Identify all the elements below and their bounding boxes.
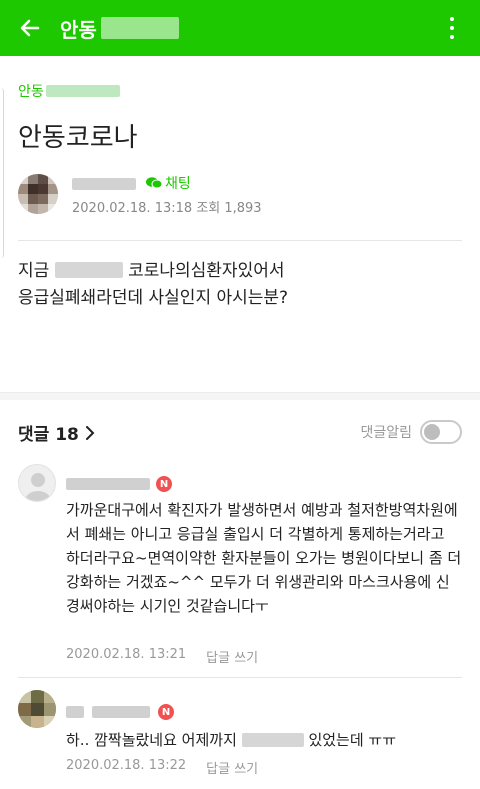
post-body-line-1: 지금 코로나의심환자있어서: [18, 258, 462, 285]
post-title: 안동코로나: [18, 123, 138, 153]
post-meta: 2020.02.18. 13:18 조회 1,893: [72, 197, 262, 216]
redacted-title: [100, 17, 179, 39]
more-vertical-icon-dot: [450, 26, 454, 30]
header-divider: [18, 240, 462, 241]
comments-header: 댓글 18 댓글알림: [18, 420, 462, 446]
author-avatar-image: [18, 174, 58, 214]
comment-notify: 댓글알림: [360, 420, 462, 444]
post-body-line-2: 응급실폐쇄라던데 사실인지 아시는분?: [18, 288, 289, 308]
comment-text: 하.. 깜짝놀랐네요 어제까지 있었는데 ㅠㅠ: [66, 728, 462, 752]
post-body-text-1b: 코로나의심환자있어서: [128, 261, 285, 281]
comment-text-b: 있었는데 ㅠㅠ: [308, 731, 397, 749]
comment-count: 댓글 18: [18, 425, 79, 445]
post-body-text-1a: 지금: [18, 261, 50, 281]
side-drawer-edge[interactable]: [0, 88, 4, 258]
section-separator: [0, 392, 480, 400]
comment-text-a: 하.. 깜짝놀랐네요 어제까지: [66, 731, 237, 749]
app-bar-title-text: 안동: [60, 17, 97, 42]
reply-button[interactable]: 답글 쓰기: [206, 758, 258, 777]
post-body: 지금 코로나의심환자있어서 응급실폐쇄라던데 사실인지 아시는분?: [18, 258, 462, 312]
redacted-board-name: [45, 85, 120, 97]
app-bar: 안동: [0, 0, 480, 56]
cafe-board-link[interactable]: 안동: [18, 81, 120, 101]
comment-notify-toggle[interactable]: [420, 420, 462, 444]
post-date: 2020.02.18. 13:18: [72, 201, 193, 216]
comment-meta: 2020.02.18. 13:22 답글 쓰기: [66, 758, 258, 777]
chat-button[interactable]: 채팅: [146, 173, 191, 193]
chevron-right-icon: [85, 425, 95, 440]
cafe-board-name: 안동: [18, 84, 44, 100]
redacted-author-name: [72, 178, 136, 190]
redacted-place: [241, 733, 304, 747]
comment-date: 2020.02.18. 13:22: [66, 758, 187, 773]
app-bar-title: 안동: [60, 14, 179, 43]
commenter-avatar-image: [18, 690, 56, 728]
more-menu-button[interactable]: [440, 14, 464, 42]
reply-button[interactable]: 답글 쓰기: [206, 647, 258, 666]
commenter-avatar[interactable]: [18, 464, 56, 502]
back-arrow-icon: [20, 19, 40, 37]
comment-item: N 가까운대구에서 확진자가 발생하면서 예방과 철저한방역차원에서 폐쇄는 아…: [18, 464, 462, 666]
comment-count-link[interactable]: 댓글 18: [18, 420, 95, 445]
new-badge: N: [158, 704, 174, 720]
comment-date: 2020.02.18. 13:21: [66, 647, 187, 662]
new-badge: N: [156, 476, 172, 492]
author-row: 채팅 2020.02.18. 13:18 조회 1,893: [18, 172, 462, 222]
redacted-commenter-name: [66, 706, 84, 718]
redacted-commenter-name-2: [92, 706, 150, 718]
author-avatar[interactable]: [18, 174, 58, 214]
back-button[interactable]: [0, 0, 60, 56]
post-views: 조회 1,893: [196, 201, 262, 216]
chat-label: 채팅: [165, 176, 191, 192]
more-vertical-icon-dot: [450, 35, 454, 39]
more-vertical-icon: [450, 17, 454, 21]
commenter-avatar[interactable]: [18, 690, 56, 728]
redacted-location: [54, 262, 123, 278]
redacted-commenter-name: [66, 478, 150, 490]
default-profile-icon: [25, 473, 51, 501]
chat-bubble-icon: [146, 177, 162, 189]
comment-notify-label: 댓글알림: [360, 425, 412, 441]
comment-meta: 2020.02.18. 13:21 답글 쓰기: [66, 647, 258, 666]
comment-text: 가까운대구에서 확진자가 발생하면서 예방과 철저한방역차원에서 폐쇄는 아니고…: [66, 501, 462, 615]
comment-divider: [18, 677, 462, 678]
comment-item: N 하.. 깜짝놀랐네요 어제까지 있었는데 ㅠㅠ 2020.02.18. 13…: [18, 690, 462, 785]
